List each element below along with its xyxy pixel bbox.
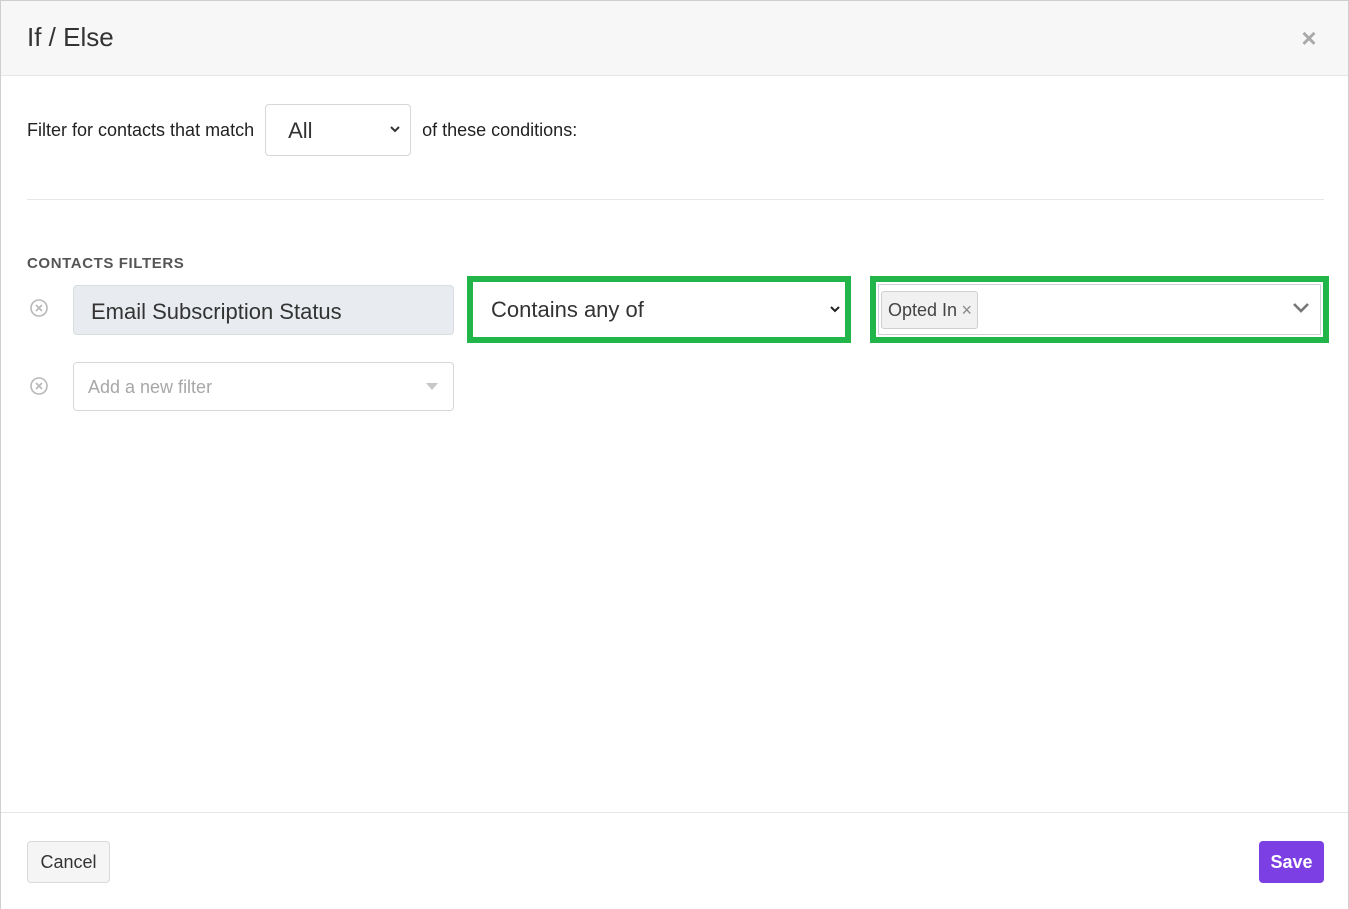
chevron-down-icon (390, 126, 400, 133)
match-mode-value: All (288, 118, 313, 143)
remove-filter-icon[interactable] (29, 376, 49, 396)
close-icon: × (1301, 23, 1317, 53)
value-highlight: Opted In × (870, 276, 1329, 343)
dialog-footer: Cancel Save (1, 812, 1348, 909)
filter-field-select[interactable]: Email Subscription Status (73, 285, 454, 335)
chevron-down-icon (830, 306, 840, 313)
divider (27, 199, 1324, 200)
value-tag: Opted In × (881, 291, 979, 329)
if-else-dialog: If / Else × Filter for contacts that mat… (0, 0, 1349, 909)
filter-operator-value: Contains any of (491, 297, 644, 322)
remove-tag-icon[interactable]: × (962, 300, 973, 320)
add-filter-select[interactable]: Add a new filter (73, 362, 454, 411)
cancel-button[interactable]: Cancel (27, 841, 110, 883)
filter-field-value: Email Subscription Status (91, 299, 342, 324)
value-tag-label: Opted In (888, 299, 958, 320)
chevron-down-icon[interactable] (1292, 300, 1310, 314)
match-row: Filter for contacts that match All of th… (27, 104, 577, 156)
save-button[interactable]: Save (1259, 841, 1324, 883)
contacts-filters-heading: CONTACTS FILTERS (27, 255, 185, 272)
filter-operator-select[interactable]: Contains any of (473, 282, 845, 337)
dialog-title: If / Else (27, 22, 114, 52)
match-suffix-label: of these conditions: (422, 119, 578, 140)
filter-value-multiselect[interactable]: Opted In × (878, 284, 1321, 335)
match-mode-select[interactable]: All (265, 104, 412, 156)
add-filter-placeholder: Add a new filter (88, 377, 213, 397)
dialog-header: If / Else × (1, 1, 1348, 76)
operator-highlight: Contains any of (467, 276, 851, 343)
remove-filter-icon[interactable] (29, 298, 49, 318)
caret-down-icon (426, 383, 438, 390)
match-prefix-label: Filter for contacts that match (27, 119, 255, 140)
close-button[interactable]: × (1296, 23, 1322, 53)
